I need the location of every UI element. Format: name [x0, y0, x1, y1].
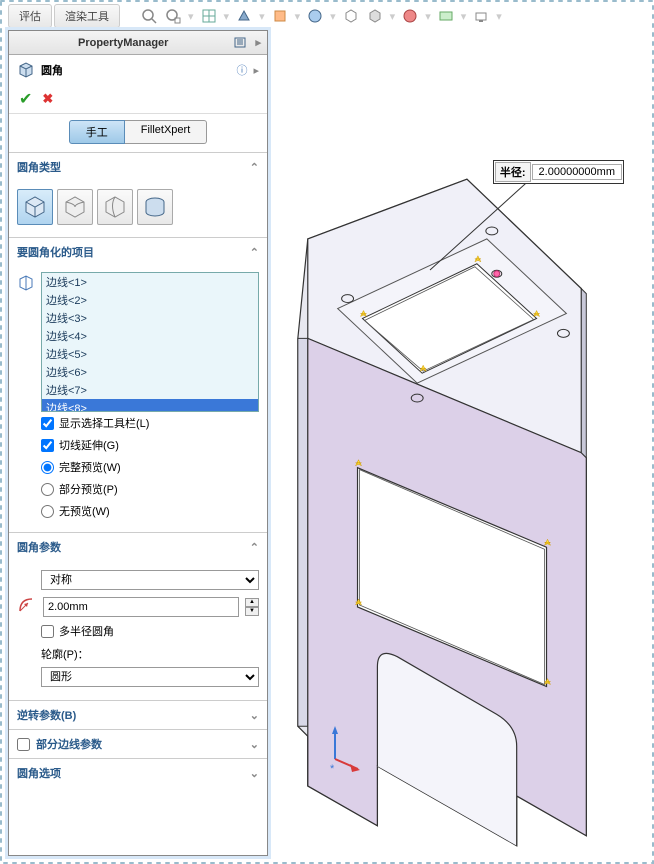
- edge-selection-list[interactable]: 边线<1> 边线<2> 边线<3> 边线<4> 边线<5> 边线<6> 边线<7…: [41, 272, 259, 412]
- cancel-button[interactable]: ✖: [42, 91, 53, 107]
- pm-title: PropertyManager: [15, 37, 231, 49]
- callout-value[interactable]: 2.00000000mm: [532, 164, 622, 180]
- profile-select[interactable]: 圆形: [41, 667, 259, 687]
- view-settings-icon[interactable]: [472, 7, 490, 25]
- list-item[interactable]: 边线<5>: [42, 345, 258, 363]
- chevron-down-icon: ⌄: [250, 767, 259, 780]
- callout-label: 半径:: [495, 162, 531, 182]
- chevron-up-icon: ⌃: [250, 541, 259, 554]
- list-item[interactable]: 边线<1>: [42, 273, 258, 291]
- chevron-up-icon: ⌃: [250, 246, 259, 259]
- chk-show-toolbar[interactable]: [41, 417, 54, 430]
- apply-scene-icon[interactable]: [437, 7, 455, 25]
- help-menu-icon[interactable]: ▸: [253, 64, 259, 77]
- menu-render[interactable]: 渲染工具: [54, 4, 120, 28]
- view-toolbar: ▾ ▾ ▾ ▾ ▾ ▾ ▾ ▾ ▾: [140, 4, 644, 28]
- fillet-icon: [17, 61, 35, 79]
- section-options[interactable]: 圆角选项⌄: [9, 759, 267, 787]
- ok-button[interactable]: ✔: [19, 89, 32, 109]
- radio-no-preview[interactable]: [41, 505, 54, 518]
- property-manager-panel: PropertyManager ▸ 圆角 ⓘ ▸ ✔ ✖ 手工 FilletXp…: [8, 30, 268, 856]
- list-item[interactable]: 边线<3>: [42, 309, 258, 327]
- chevron-down-icon: ⌄: [250, 738, 259, 751]
- tab-filletxpert[interactable]: FilletXpert: [125, 120, 208, 144]
- radio-partial-preview[interactable]: [41, 483, 54, 496]
- zoom-fit-icon[interactable]: [140, 7, 158, 25]
- section-reverse[interactable]: 逆转参数(B)⌄: [9, 701, 267, 729]
- pin-icon[interactable]: [233, 35, 249, 51]
- hide-show2-icon[interactable]: [366, 7, 384, 25]
- spin-down[interactable]: ▼: [245, 607, 259, 616]
- edge-selection-icon: [17, 272, 35, 412]
- pm-header: PropertyManager ▸: [9, 31, 267, 55]
- view-orient-icon[interactable]: [200, 7, 218, 25]
- chk-partial-edge[interactable]: [17, 738, 30, 751]
- profile-label: 轮廓(P)：: [17, 642, 259, 664]
- menu-evaluate[interactable]: 评估: [8, 4, 52, 28]
- type-full-round[interactable]: [137, 189, 173, 225]
- chk-multi-radius[interactable]: [41, 625, 54, 638]
- zoom-area-icon[interactable]: [164, 7, 182, 25]
- radius-input[interactable]: [43, 597, 239, 617]
- radio-full-preview[interactable]: [41, 461, 54, 474]
- radius-icon: [17, 596, 37, 617]
- list-item[interactable]: 边线<2>: [42, 291, 258, 309]
- edit-appear-icon[interactable]: [401, 7, 419, 25]
- chevron-down-icon: ⌄: [250, 709, 259, 722]
- section-fillet-type[interactable]: 圆角类型⌃: [9, 153, 267, 181]
- type-constant-radius[interactable]: [17, 189, 53, 225]
- section-params[interactable]: 圆角参数⌃: [9, 533, 267, 561]
- display-style-icon[interactable]: [235, 7, 253, 25]
- chk-tangent[interactable]: [41, 439, 54, 452]
- feature-title: 圆角: [41, 62, 230, 78]
- tab-manual[interactable]: 手工: [69, 120, 125, 144]
- list-item[interactable]: 边线<7>: [42, 381, 258, 399]
- svg-text:*: *: [330, 763, 335, 774]
- section-partial-edge[interactable]: 部分边线参数⌄: [9, 730, 267, 758]
- type-variable-radius[interactable]: [57, 189, 93, 225]
- pm-menu-icon[interactable]: ▸: [255, 36, 261, 49]
- list-item[interactable]: 边线<6>: [42, 363, 258, 381]
- origin-triad: *: [320, 724, 360, 774]
- type-face-fillet[interactable]: [97, 189, 133, 225]
- list-item[interactable]: 边线<8>: [42, 399, 258, 412]
- symmetry-select[interactable]: 对称: [41, 570, 259, 590]
- hide-show-icon[interactable]: [342, 7, 360, 25]
- radius-callout[interactable]: 半径: 2.00000000mm: [493, 160, 624, 184]
- chevron-up-icon: ⌃: [250, 161, 259, 174]
- list-item[interactable]: 边线<4>: [42, 327, 258, 345]
- help-icon[interactable]: ⓘ: [236, 62, 247, 78]
- spin-up[interactable]: ▲: [245, 598, 259, 607]
- section-items[interactable]: 要圆角化的项目⌃: [9, 238, 267, 266]
- section-view-icon[interactable]: [271, 7, 289, 25]
- scene-icon[interactable]: [306, 7, 324, 25]
